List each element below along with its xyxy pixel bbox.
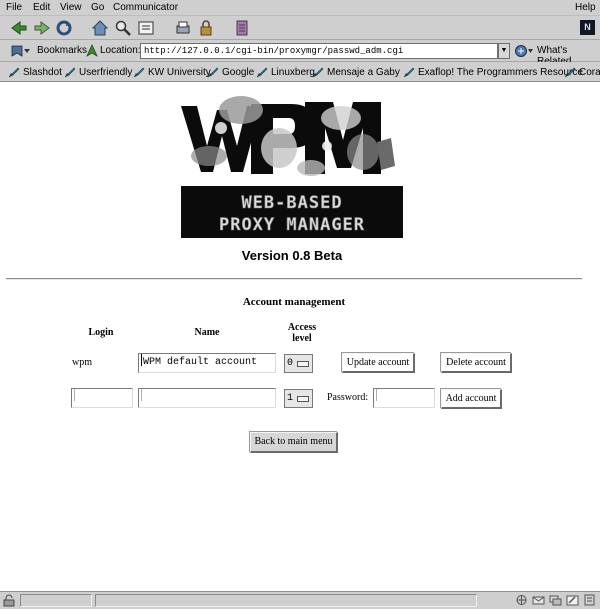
add-account-button[interactable]: Add account xyxy=(441,389,502,409)
bookmarks-label[interactable]: Bookmarks xyxy=(37,45,87,56)
location-icon xyxy=(86,44,98,58)
text-caret xyxy=(74,389,75,401)
netscape-logo-icon: N xyxy=(580,20,595,35)
password-field[interactable] xyxy=(373,388,435,408)
logo-tagline-1: WEB-BASED xyxy=(241,193,342,213)
new-access-value: 1 xyxy=(287,393,294,404)
personal-bookmark-mensaje-a-gaby[interactable]: Mensaje a Gaby xyxy=(312,66,400,78)
personal-bookmark-exaflop-the-programmers-resource[interactable]: Exaflop! The Programmers Resource xyxy=(403,66,583,78)
component-bar xyxy=(515,594,596,607)
personal-bookmark-userfriendly[interactable]: Userfriendly xyxy=(64,66,132,78)
select-indicator-icon xyxy=(297,396,309,402)
column-header-access-line1: Access xyxy=(287,322,317,333)
new-login-field[interactable] xyxy=(71,388,133,408)
personal-bookmark-google[interactable]: Google xyxy=(207,66,254,78)
existing-access-select[interactable]: 0 xyxy=(284,354,313,373)
select-indicator-icon xyxy=(297,361,309,367)
bookmark-icon xyxy=(312,66,324,78)
update-account-button[interactable]: Update account xyxy=(342,353,415,373)
personal-bookmark-label: Linuxberg xyxy=(271,66,315,78)
menu-file[interactable]: File xyxy=(6,2,22,13)
search-icon[interactable] xyxy=(114,19,132,37)
column-header-access: Access level xyxy=(282,322,322,344)
netscape-guide-icon[interactable] xyxy=(137,19,155,37)
mail-icon[interactable] xyxy=(532,594,545,606)
version-heading: Version 0.8 Beta xyxy=(241,248,343,263)
menu-bar: File Edit View Go Communicator Help xyxy=(0,0,600,16)
personal-bookmark-kw-university[interactable]: KW University xyxy=(133,66,211,78)
back-icon[interactable] xyxy=(10,19,28,37)
existing-login: wpm xyxy=(72,357,92,368)
text-caret xyxy=(376,389,377,401)
horizontal-rule xyxy=(6,278,582,280)
existing-name-value: WPM default account xyxy=(143,357,258,368)
wpm-logo: WEB-BASED PROXY MANAGER xyxy=(181,88,403,238)
new-name-field[interactable] xyxy=(138,388,276,408)
security-icon[interactable] xyxy=(197,19,215,37)
column-header-login: Login xyxy=(88,327,114,338)
newsgroups-icon[interactable] xyxy=(549,594,562,606)
print-icon[interactable] xyxy=(174,19,192,37)
menu-communicator[interactable]: Communicator xyxy=(113,2,178,13)
bookmark-icon xyxy=(403,66,415,78)
bookmark-icon xyxy=(64,66,76,78)
personal-bookmark-label: Mensaje a Gaby xyxy=(327,66,400,78)
location-label: Location: xyxy=(100,45,141,56)
existing-name-field[interactable]: WPM default account xyxy=(138,353,276,373)
password-label: Password: xyxy=(327,392,369,403)
reload-icon[interactable] xyxy=(55,19,73,37)
url-field[interactable]: http://127.0.0.1/cgi-bin/proxymgr/passwd… xyxy=(140,43,498,59)
status-progress xyxy=(20,594,92,607)
personal-bookmark-label: Exaflop! The Programmers Resource xyxy=(418,66,583,78)
whats-related-icon[interactable] xyxy=(514,44,534,58)
bookmark-icon xyxy=(133,66,145,78)
location-toolbar: Bookmarks Location: http://127.0.0.1/cgi… xyxy=(0,40,600,67)
navigator-icon[interactable] xyxy=(515,594,528,606)
menu-view[interactable]: View xyxy=(60,2,82,13)
personal-bookmark-label: Cora xyxy=(579,66,600,78)
menu-go[interactable]: Go xyxy=(91,2,104,13)
menu-help[interactable]: Help xyxy=(575,2,596,13)
personal-bookmark-label: KW University xyxy=(148,66,211,78)
security-lock-icon[interactable] xyxy=(2,594,16,607)
bookmark-icon xyxy=(8,66,20,78)
personal-bookmark-label: Google xyxy=(222,66,255,78)
personal-bookmark-cora[interactable]: Cora xyxy=(564,66,600,78)
delete-account-button[interactable]: Delete account xyxy=(441,353,512,373)
personal-bookmark-label: Userfriendly xyxy=(79,66,133,78)
status-message xyxy=(95,594,477,607)
personal-bookmark-slashdot[interactable]: Slashdot xyxy=(8,66,62,78)
bookmarks-icon[interactable] xyxy=(10,44,32,58)
composer-icon[interactable] xyxy=(566,594,579,606)
navigation-toolbar: N xyxy=(0,16,600,40)
column-header-access-line2: level xyxy=(292,333,312,344)
status-bar xyxy=(0,591,600,609)
section-title: Account management xyxy=(242,296,346,308)
text-caret xyxy=(141,354,142,366)
personal-toolbar: Slashdot Userfriendly KW University Google L… xyxy=(0,62,600,82)
logo-tagline-2: PROXY MANAGER xyxy=(219,215,365,235)
stop-icon[interactable] xyxy=(233,19,251,37)
bookmark-icon xyxy=(207,66,219,78)
column-header-name: Name xyxy=(194,327,220,338)
personal-bookmark-linuxberg[interactable]: Linuxberg xyxy=(256,66,315,78)
bookmark-icon xyxy=(256,66,268,78)
new-access-select[interactable]: 1 xyxy=(284,389,313,408)
personal-bookmark-label: Slashdot xyxy=(23,66,62,78)
home-icon[interactable] xyxy=(91,19,109,37)
forward-icon[interactable] xyxy=(33,19,51,37)
text-caret xyxy=(141,389,142,401)
back-to-main-menu-button[interactable]: Back to main menu xyxy=(250,432,338,453)
url-dropdown-icon[interactable]: ▼ xyxy=(498,43,510,59)
bookmark-icon xyxy=(564,66,576,78)
menu-edit[interactable]: Edit xyxy=(33,2,50,13)
existing-access-value: 0 xyxy=(287,358,294,369)
address-book-icon[interactable] xyxy=(583,594,596,606)
